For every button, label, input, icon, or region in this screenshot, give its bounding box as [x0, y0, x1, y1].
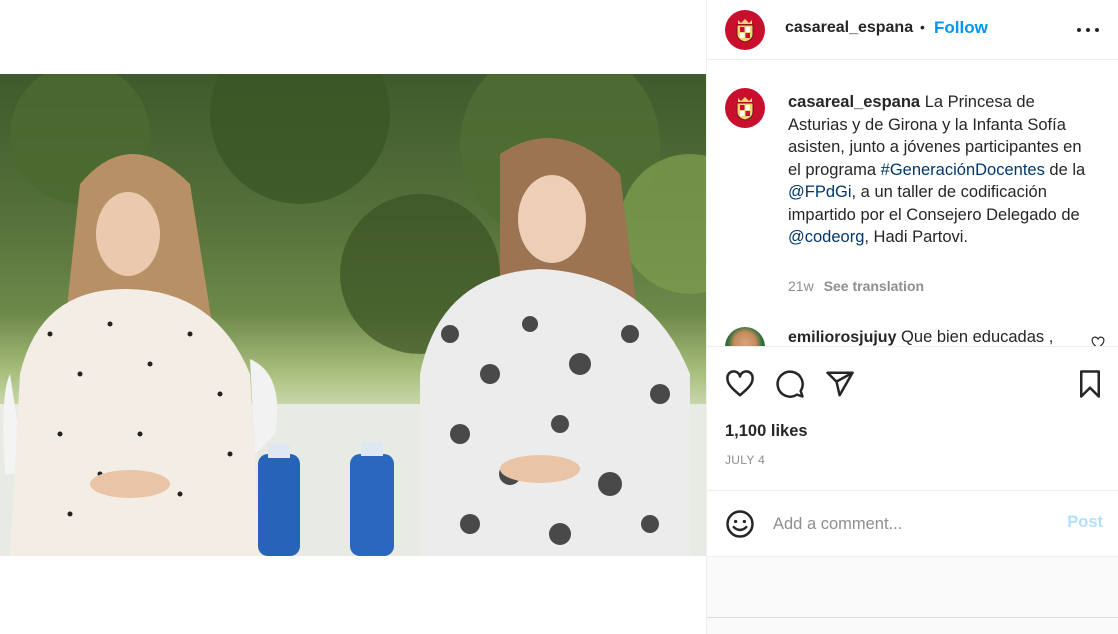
see-translation-button[interactable]: See translation — [824, 278, 924, 294]
footer-area — [707, 556, 1118, 634]
separator-dot: • — [920, 19, 925, 35]
post-details-panel: casareal_espana • Follow casareal_espana… — [706, 0, 1118, 634]
post-header: casareal_espana • Follow — [707, 0, 1118, 60]
caption-text-part: , Hadi Partovi. — [864, 228, 969, 246]
post-date[interactable]: JULY 4 — [725, 453, 765, 467]
hashtag-link[interactable]: #GeneraciónDocentes — [881, 161, 1045, 179]
add-comment-bar: Post — [707, 490, 1118, 556]
commenter-username[interactable]: emiliorosjujuy — [788, 329, 896, 346]
bookmark-icon[interactable] — [1075, 369, 1105, 399]
action-bar: 1,100 likes JULY 4 — [707, 346, 1118, 490]
caption-username[interactable]: casareal_espana — [788, 93, 920, 111]
post-photo[interactable] — [0, 74, 706, 556]
heart-icon[interactable] — [725, 369, 755, 399]
caption-text: casareal_espana La Princesa de Asturias … — [788, 91, 1098, 249]
caption-text-part: de la — [1044, 160, 1086, 179]
royal-crest-icon — [736, 19, 754, 43]
post-comment-button[interactable]: Post — [1067, 513, 1103, 532]
media-area — [0, 0, 706, 634]
comment-item: emiliorosjujuy Que bien educadas , — [788, 328, 1053, 346]
comment-like-heart-icon[interactable] — [1091, 336, 1105, 346]
caption-meta: 21w See translation — [788, 278, 924, 294]
emoji-icon[interactable] — [725, 509, 755, 539]
mention-link-fpdgi[interactable]: @FPdGi — [788, 183, 852, 201]
account-avatar[interactable] — [725, 10, 765, 50]
likes-count[interactable]: 1,100 likes — [725, 422, 808, 441]
photo-illustration — [0, 74, 706, 556]
caption-avatar[interactable] — [725, 88, 765, 128]
comment-input[interactable] — [773, 511, 1043, 537]
paper-plane-icon[interactable] — [825, 369, 855, 399]
post-age[interactable]: 21w — [788, 278, 814, 294]
commenter-avatar[interactable] — [725, 327, 765, 346]
mention-link-codeorg[interactable]: @codeorg — [788, 228, 864, 246]
comment-icon[interactable] — [775, 369, 805, 399]
comments-section: casareal_espana La Princesa de Asturias … — [707, 70, 1118, 346]
follow-button[interactable]: Follow — [934, 18, 988, 38]
divider — [707, 617, 1118, 618]
comment-text: Que bien educadas , — [896, 328, 1054, 346]
header-username[interactable]: casareal_espana — [785, 19, 913, 37]
royal-crest-icon — [736, 97, 754, 121]
more-options-icon[interactable] — [1077, 20, 1099, 40]
